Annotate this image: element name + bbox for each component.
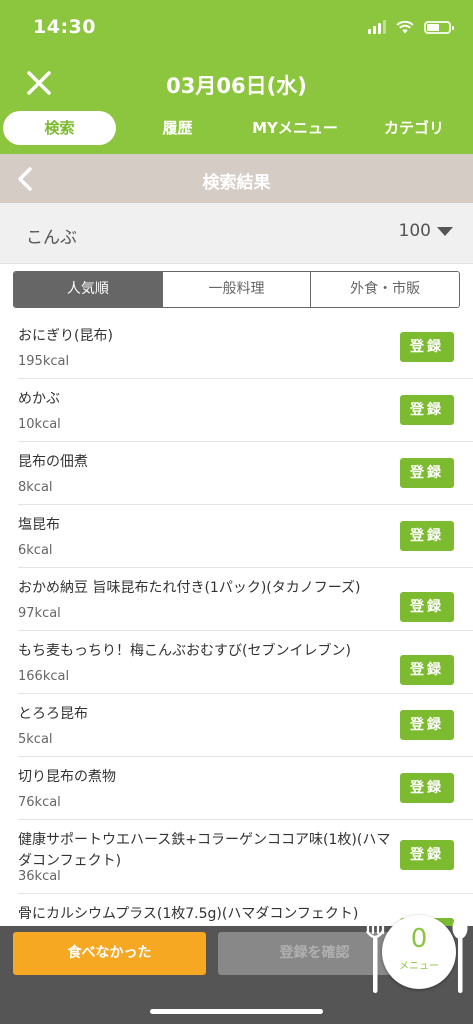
- register-button[interactable]: 登録: [400, 521, 454, 551]
- register-button[interactable]: 登録: [400, 332, 454, 362]
- menu-plate-button[interactable]: 0 メニュー: [382, 915, 456, 989]
- food-name: 切り昆布の煮物: [18, 769, 116, 785]
- list-item[interactable]: とろろ昆布 5kcal 登録: [18, 694, 473, 757]
- menu-count: 0: [410, 924, 428, 954]
- date-title: 03月06日(水): [166, 74, 307, 98]
- food-kcal: 5kcal: [18, 732, 53, 747]
- did-not-eat-button[interactable]: 食べなかった: [13, 932, 206, 975]
- app-header: 03月06日(水): [0, 58, 473, 108]
- food-name: とろろ昆布: [18, 706, 88, 722]
- menu-label: メニュー: [399, 961, 439, 972]
- results-list: おにぎり(昆布) 195kcal 登録 めかぶ 10kcal 登録 昆布の佃煮 …: [0, 316, 473, 926]
- cellular-signal-icon: [368, 20, 386, 34]
- tab-my-menu[interactable]: MYメニュー: [235, 111, 355, 145]
- list-item[interactable]: 健康サポートウエハース鉄+コラーゲンココア味(1枚)(ハマダコンフェクト) 36…: [18, 820, 473, 894]
- list-item[interactable]: おにぎり(昆布) 195kcal 登録: [18, 316, 473, 379]
- food-kcal: 76kcal: [18, 795, 61, 810]
- food-kcal: 6kcal: [18, 543, 53, 558]
- list-item[interactable]: もち麦もっちり！梅こんぶおむすび(セブンイレブン) 166kcal 登録: [18, 631, 473, 694]
- tab-bar: 検索 履歴 MYメニュー カテゴリ: [0, 108, 473, 154]
- caret-down-icon: [437, 226, 453, 236]
- food-name: おにぎり(昆布): [18, 328, 113, 344]
- register-button[interactable]: 登録: [400, 395, 454, 425]
- food-name: おかめ納豆 旨味昆布たれ付き(1パック)(タカノフーズ): [18, 580, 361, 596]
- spoon-icon: [452, 917, 468, 993]
- register-button[interactable]: 登録: [400, 840, 454, 870]
- tab-history[interactable]: 履歴: [125, 111, 230, 145]
- search-row: こんぶ 100: [0, 203, 473, 264]
- food-kcal: 8kcal: [18, 480, 53, 495]
- result-count-select[interactable]: 100: [399, 221, 453, 241]
- register-button[interactable]: 登録: [400, 655, 454, 685]
- list-item[interactable]: 塩昆布 6kcal 登録: [18, 505, 473, 568]
- tab-category[interactable]: カテゴリ: [362, 111, 466, 145]
- food-name: 健康サポートウエハース鉄+コラーゲンココア味(1枚)(ハマダコンフェクト): [18, 832, 391, 869]
- tab-search[interactable]: 検索: [3, 111, 116, 145]
- battery-icon: [424, 20, 454, 34]
- list-item[interactable]: 昆布の佃煮 8kcal 登録: [18, 442, 473, 505]
- food-name: めかぶ: [18, 391, 60, 407]
- results-subheader: 検索結果: [0, 154, 473, 203]
- food-name: 塩昆布: [18, 517, 60, 533]
- register-button[interactable]: 登録: [400, 773, 454, 803]
- food-name: 骨にカルシウムプラス(1枚7.5g)(ハマダコンフェクト): [18, 906, 359, 922]
- food-kcal: 36kcal: [18, 869, 61, 884]
- food-kcal: 10kcal: [18, 417, 61, 432]
- list-item[interactable]: めかぶ 10kcal 登録: [18, 379, 473, 442]
- results-title: 検索結果: [202, 173, 271, 193]
- register-button[interactable]: 登録: [400, 458, 454, 488]
- status-bar: 14:30: [0, 0, 473, 58]
- status-icons: [368, 20, 454, 34]
- food-name: もち麦もっちり！梅こんぶおむすび(セブンイレブン): [18, 643, 351, 659]
- result-count-value: 100: [398, 221, 431, 241]
- home-indicator: [150, 1009, 323, 1014]
- segment-popular[interactable]: 人気順: [14, 272, 162, 307]
- list-item[interactable]: おかめ納豆 旨味昆布たれ付き(1パック)(タカノフーズ) 97kcal 登録: [18, 568, 473, 631]
- food-kcal: 195kcal: [18, 354, 70, 369]
- food-kcal: 97kcal: [18, 606, 61, 621]
- status-time: 14:30: [33, 16, 96, 38]
- register-button[interactable]: 登録: [400, 710, 454, 740]
- food-kcal: 166kcal: [18, 669, 70, 684]
- register-button[interactable]: 登録: [400, 592, 454, 622]
- food-name: 昆布の佃煮: [18, 454, 88, 470]
- segment-eating-out[interactable]: 外食・市販: [310, 272, 459, 307]
- list-item[interactable]: 切り昆布の煮物 76kcal 登録: [18, 757, 473, 820]
- segment-general-dishes[interactable]: 一般料理: [161, 272, 311, 307]
- search-term[interactable]: こんぶ: [26, 223, 77, 248]
- sort-segment: 人気順 一般料理 外食・市販: [13, 271, 460, 308]
- wifi-icon: [396, 20, 414, 33]
